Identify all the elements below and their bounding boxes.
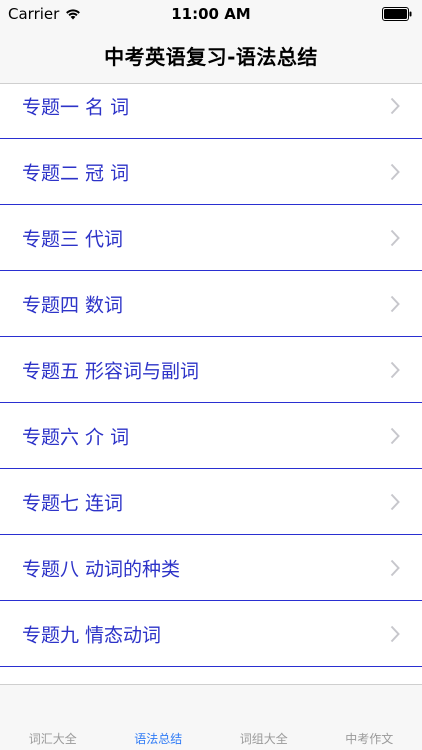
list-item-topic-9[interactable]: 专题九 情态动词	[0, 601, 422, 667]
list-item-label: 专题三 代词	[22, 228, 124, 250]
chevron-right-icon	[390, 229, 400, 246]
tab-label: 词汇大全	[28, 732, 77, 746]
list-item-topic-3[interactable]: 专题三 代词	[0, 205, 422, 271]
tab-label: 语法总结	[134, 732, 183, 746]
tab-grammar[interactable]: 语法总结	[106, 685, 212, 750]
chevron-right-icon	[390, 295, 400, 312]
list-item-label: 专题二 冠 词	[22, 162, 130, 184]
list-item-topic-2[interactable]: 专题二 冠 词	[0, 139, 422, 205]
chevron-right-icon	[390, 163, 400, 180]
list-item-label: 专题一 名 词	[22, 96, 130, 118]
list-item-label: 专题六 介 词	[22, 426, 130, 448]
list-item-label: 专题五 形容词与副词	[22, 360, 200, 382]
page-title: 中考英语复习-语法总结	[104, 45, 318, 69]
status-time: 11:00 AM	[171, 5, 251, 23]
list-item-topic-5[interactable]: 专题五 形容词与副词	[0, 337, 422, 403]
list-item-topic-1[interactable]: 专题一 名 词	[0, 85, 422, 139]
chevron-right-icon	[390, 559, 400, 576]
list-item-label: 专题八 动词的种类	[22, 558, 181, 580]
list-item-topic-7[interactable]: 专题七 连词	[0, 469, 422, 535]
navigation-bar: 中考英语复习-语法总结	[0, 28, 422, 84]
list-item-label: 专题四 数词	[22, 294, 124, 316]
list-item-topic-8[interactable]: 专题八 动词的种类	[0, 535, 422, 601]
tab-label: 中考作文	[345, 732, 394, 746]
tab-phrases[interactable]: 词组大全	[211, 685, 317, 750]
status-bar: Carrier 11:00 AM	[0, 0, 422, 28]
tab-essays[interactable]: 中考作文	[317, 685, 422, 750]
list-item-topic-6[interactable]: 专题六 介 词	[0, 403, 422, 469]
chevron-right-icon	[390, 625, 400, 642]
topic-list[interactable]: 专题一 名 词 专题二 冠 词 专题三 代词 专题四 数词 专题五 形容词与副词…	[0, 85, 422, 684]
chevron-right-icon	[390, 493, 400, 510]
chevron-right-icon	[390, 361, 400, 378]
chevron-right-icon	[390, 427, 400, 444]
tab-label: 词组大全	[239, 732, 288, 746]
chevron-right-icon	[390, 97, 400, 114]
list-item-label: 专题七 连词	[22, 492, 124, 514]
battery-icon	[382, 7, 412, 21]
tab-bar: 词汇大全 语法总结 词组大全 中考作文	[0, 684, 422, 750]
list-item-label: 专题九 情态动词	[22, 624, 162, 646]
tab-vocabulary[interactable]: 词汇大全	[0, 685, 106, 750]
list-item-topic-4[interactable]: 专题四 数词	[0, 271, 422, 337]
